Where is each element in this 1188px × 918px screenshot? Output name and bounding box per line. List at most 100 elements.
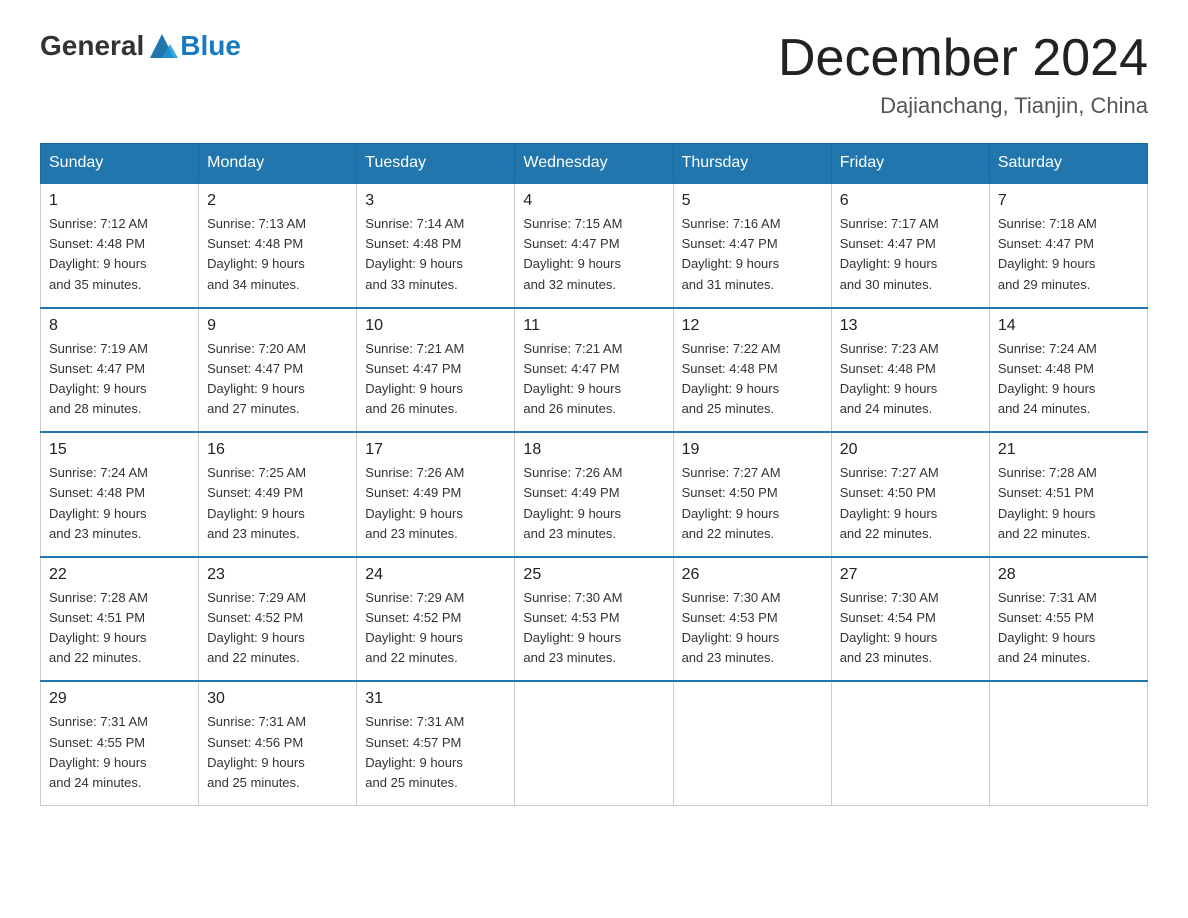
calendar-day-23: 23 Sunrise: 7:29 AMSunset: 4:52 PMDaylig… — [199, 557, 357, 682]
calendar-day-2: 2 Sunrise: 7:13 AMSunset: 4:48 PMDayligh… — [199, 183, 357, 308]
day-info: Sunrise: 7:14 AMSunset: 4:48 PMDaylight:… — [365, 214, 506, 295]
day-info: Sunrise: 7:31 AMSunset: 4:57 PMDaylight:… — [365, 712, 506, 793]
calendar-empty-cell — [515, 681, 673, 805]
calendar-day-19: 19 Sunrise: 7:27 AMSunset: 4:50 PMDaylig… — [673, 432, 831, 557]
day-number: 21 — [998, 441, 1139, 459]
day-info: Sunrise: 7:28 AMSunset: 4:51 PMDaylight:… — [998, 463, 1139, 544]
day-number: 27 — [840, 566, 981, 584]
day-info: Sunrise: 7:19 AMSunset: 4:47 PMDaylight:… — [49, 339, 190, 420]
calendar-week-4: 22 Sunrise: 7:28 AMSunset: 4:51 PMDaylig… — [41, 557, 1148, 682]
calendar-day-31: 31 Sunrise: 7:31 AMSunset: 4:57 PMDaylig… — [357, 681, 515, 805]
calendar-day-17: 17 Sunrise: 7:26 AMSunset: 4:49 PMDaylig… — [357, 432, 515, 557]
day-number: 11 — [523, 317, 664, 335]
day-number: 18 — [523, 441, 664, 459]
day-number: 13 — [840, 317, 981, 335]
calendar-day-14: 14 Sunrise: 7:24 AMSunset: 4:48 PMDaylig… — [989, 308, 1147, 433]
day-number: 16 — [207, 441, 348, 459]
calendar-day-27: 27 Sunrise: 7:30 AMSunset: 4:54 PMDaylig… — [831, 557, 989, 682]
day-number: 29 — [49, 690, 190, 708]
calendar-day-10: 10 Sunrise: 7:21 AMSunset: 4:47 PMDaylig… — [357, 308, 515, 433]
day-info: Sunrise: 7:30 AMSunset: 4:53 PMDaylight:… — [523, 588, 664, 669]
day-number: 10 — [365, 317, 506, 335]
calendar-day-26: 26 Sunrise: 7:30 AMSunset: 4:53 PMDaylig… — [673, 557, 831, 682]
day-number: 20 — [840, 441, 981, 459]
calendar-day-30: 30 Sunrise: 7:31 AMSunset: 4:56 PMDaylig… — [199, 681, 357, 805]
calendar-day-8: 8 Sunrise: 7:19 AMSunset: 4:47 PMDayligh… — [41, 308, 199, 433]
calendar-day-3: 3 Sunrise: 7:14 AMSunset: 4:48 PMDayligh… — [357, 183, 515, 308]
logo-blue-text: Blue — [180, 30, 241, 62]
day-info: Sunrise: 7:24 AMSunset: 4:48 PMDaylight:… — [49, 463, 190, 544]
day-info: Sunrise: 7:29 AMSunset: 4:52 PMDaylight:… — [207, 588, 348, 669]
page-header: General Blue December 2024 Dajianchang, … — [40, 30, 1148, 119]
day-number: 5 — [682, 192, 823, 210]
day-number: 1 — [49, 192, 190, 210]
calendar-day-28: 28 Sunrise: 7:31 AMSunset: 4:55 PMDaylig… — [989, 557, 1147, 682]
day-number: 6 — [840, 192, 981, 210]
day-number: 22 — [49, 566, 190, 584]
day-info: Sunrise: 7:21 AMSunset: 4:47 PMDaylight:… — [523, 339, 664, 420]
day-info: Sunrise: 7:21 AMSunset: 4:47 PMDaylight:… — [365, 339, 506, 420]
month-title: December 2024 — [778, 30, 1148, 87]
calendar-day-29: 29 Sunrise: 7:31 AMSunset: 4:55 PMDaylig… — [41, 681, 199, 805]
calendar-empty-cell — [831, 681, 989, 805]
day-number: 30 — [207, 690, 348, 708]
day-number: 12 — [682, 317, 823, 335]
day-info: Sunrise: 7:30 AMSunset: 4:53 PMDaylight:… — [682, 588, 823, 669]
day-info: Sunrise: 7:31 AMSunset: 4:55 PMDaylight:… — [998, 588, 1139, 669]
day-number: 15 — [49, 441, 190, 459]
calendar-day-7: 7 Sunrise: 7:18 AMSunset: 4:47 PMDayligh… — [989, 183, 1147, 308]
calendar-day-24: 24 Sunrise: 7:29 AMSunset: 4:52 PMDaylig… — [357, 557, 515, 682]
day-number: 26 — [682, 566, 823, 584]
day-number: 4 — [523, 192, 664, 210]
header-saturday: Saturday — [989, 144, 1147, 184]
day-info: Sunrise: 7:26 AMSunset: 4:49 PMDaylight:… — [523, 463, 664, 544]
day-info: Sunrise: 7:22 AMSunset: 4:48 PMDaylight:… — [682, 339, 823, 420]
calendar-day-11: 11 Sunrise: 7:21 AMSunset: 4:47 PMDaylig… — [515, 308, 673, 433]
day-number: 8 — [49, 317, 190, 335]
calendar-day-1: 1 Sunrise: 7:12 AMSunset: 4:48 PMDayligh… — [41, 183, 199, 308]
day-info: Sunrise: 7:31 AMSunset: 4:56 PMDaylight:… — [207, 712, 348, 793]
day-info: Sunrise: 7:24 AMSunset: 4:48 PMDaylight:… — [998, 339, 1139, 420]
day-info: Sunrise: 7:27 AMSunset: 4:50 PMDaylight:… — [840, 463, 981, 544]
day-number: 31 — [365, 690, 506, 708]
calendar-day-22: 22 Sunrise: 7:28 AMSunset: 4:51 PMDaylig… — [41, 557, 199, 682]
logo-general-text: General — [40, 30, 144, 62]
calendar-day-21: 21 Sunrise: 7:28 AMSunset: 4:51 PMDaylig… — [989, 432, 1147, 557]
day-info: Sunrise: 7:30 AMSunset: 4:54 PMDaylight:… — [840, 588, 981, 669]
header-sunday: Sunday — [41, 144, 199, 184]
day-number: 23 — [207, 566, 348, 584]
calendar-day-25: 25 Sunrise: 7:30 AMSunset: 4:53 PMDaylig… — [515, 557, 673, 682]
day-info: Sunrise: 7:27 AMSunset: 4:50 PMDaylight:… — [682, 463, 823, 544]
day-info: Sunrise: 7:29 AMSunset: 4:52 PMDaylight:… — [365, 588, 506, 669]
day-number: 3 — [365, 192, 506, 210]
day-info: Sunrise: 7:13 AMSunset: 4:48 PMDaylight:… — [207, 214, 348, 295]
day-info: Sunrise: 7:17 AMSunset: 4:47 PMDaylight:… — [840, 214, 981, 295]
day-number: 2 — [207, 192, 348, 210]
calendar-day-5: 5 Sunrise: 7:16 AMSunset: 4:47 PMDayligh… — [673, 183, 831, 308]
day-info: Sunrise: 7:15 AMSunset: 4:47 PMDaylight:… — [523, 214, 664, 295]
day-number: 9 — [207, 317, 348, 335]
location-title: Dajianchang, Tianjin, China — [778, 93, 1148, 119]
header-thursday: Thursday — [673, 144, 831, 184]
calendar-day-6: 6 Sunrise: 7:17 AMSunset: 4:47 PMDayligh… — [831, 183, 989, 308]
calendar-day-4: 4 Sunrise: 7:15 AMSunset: 4:47 PMDayligh… — [515, 183, 673, 308]
day-info: Sunrise: 7:18 AMSunset: 4:47 PMDaylight:… — [998, 214, 1139, 295]
calendar-day-18: 18 Sunrise: 7:26 AMSunset: 4:49 PMDaylig… — [515, 432, 673, 557]
day-number: 25 — [523, 566, 664, 584]
day-number: 7 — [998, 192, 1139, 210]
day-number: 19 — [682, 441, 823, 459]
day-number: 17 — [365, 441, 506, 459]
day-number: 24 — [365, 566, 506, 584]
day-info: Sunrise: 7:12 AMSunset: 4:48 PMDaylight:… — [49, 214, 190, 295]
header-friday: Friday — [831, 144, 989, 184]
day-info: Sunrise: 7:25 AMSunset: 4:49 PMDaylight:… — [207, 463, 348, 544]
day-number: 14 — [998, 317, 1139, 335]
header-tuesday: Tuesday — [357, 144, 515, 184]
day-info: Sunrise: 7:16 AMSunset: 4:47 PMDaylight:… — [682, 214, 823, 295]
header-wednesday: Wednesday — [515, 144, 673, 184]
calendar-week-2: 8 Sunrise: 7:19 AMSunset: 4:47 PMDayligh… — [41, 308, 1148, 433]
calendar-table: Sunday Monday Tuesday Wednesday Thursday… — [40, 143, 1148, 806]
logo: General Blue — [40, 30, 241, 62]
calendar-day-20: 20 Sunrise: 7:27 AMSunset: 4:50 PMDaylig… — [831, 432, 989, 557]
calendar-week-3: 15 Sunrise: 7:24 AMSunset: 4:48 PMDaylig… — [41, 432, 1148, 557]
